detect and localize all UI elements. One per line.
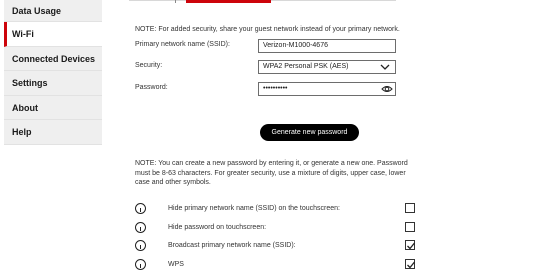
info-icon[interactable] bbox=[135, 222, 146, 233]
sidebar-item-data-usage[interactable]: Data Usage bbox=[4, 0, 102, 22]
option-broadcast-ssid: Broadcast primary network name (SSID): bbox=[135, 240, 425, 252]
check-icon bbox=[407, 242, 416, 250]
eye-icon[interactable] bbox=[381, 84, 393, 94]
info-icon[interactable] bbox=[135, 203, 146, 214]
sidebar-item-settings[interactable]: Settings bbox=[4, 71, 102, 96]
option-label: Hide password on touchscreen: bbox=[168, 224, 267, 231]
option-label: Broadcast primary network name (SSID): bbox=[168, 242, 296, 249]
broadcast-ssid-checkbox[interactable] bbox=[405, 240, 416, 250]
option-hide-password: Hide password on touchscreen: bbox=[135, 222, 425, 234]
password-input[interactable]: •••••••••• bbox=[258, 82, 396, 96]
info-icon[interactable] bbox=[135, 240, 146, 251]
wifi-settings-page: Data Usage Wi-Fi Connected Devices Setti… bbox=[0, 0, 540, 270]
chevron-down-icon bbox=[380, 64, 390, 70]
security-select-value: WPA2 Personal PSK (AES) bbox=[263, 63, 349, 70]
sidebar-item-connected-devices[interactable]: Connected Devices bbox=[4, 47, 102, 71]
sidebar-item-help[interactable]: Help bbox=[4, 120, 102, 145]
password-rules-note: NOTE: You can create a new password by e… bbox=[135, 159, 408, 188]
security-note: NOTE: For added security, share your gue… bbox=[135, 26, 400, 33]
check-icon bbox=[407, 261, 416, 269]
option-label: Hide primary network name (SSID) on the … bbox=[168, 205, 340, 212]
option-hide-ssid: Hide primary network name (SSID) on the … bbox=[135, 203, 425, 215]
sidebar: Data Usage Wi-Fi Connected Devices Setti… bbox=[4, 0, 102, 145]
security-select[interactable]: WPA2 Personal PSK (AES) bbox=[258, 60, 396, 74]
tab-active-indicator[interactable] bbox=[186, 0, 271, 3]
hide-ssid-checkbox[interactable] bbox=[405, 203, 415, 213]
option-wps: WPS bbox=[135, 259, 425, 270]
password-rules-line-3: case and other symbols. bbox=[135, 179, 211, 186]
password-rules-line-1: NOTE: You can create a new password by e… bbox=[135, 160, 408, 167]
sidebar-item-about[interactable]: About bbox=[4, 96, 102, 120]
hide-password-checkbox[interactable] bbox=[405, 222, 415, 232]
sidebar-item-wifi[interactable]: Wi-Fi bbox=[4, 22, 102, 47]
wps-checkbox[interactable] bbox=[405, 259, 416, 269]
security-label: Security: bbox=[135, 62, 163, 69]
ssid-label: Primary network name (SSID): bbox=[135, 41, 230, 48]
generate-password-button[interactable]: Generate new password bbox=[260, 124, 359, 141]
password-label: Password: bbox=[135, 84, 168, 91]
ssid-input[interactable]: Verizon-M1000-4676 bbox=[258, 39, 396, 53]
option-label: WPS bbox=[168, 261, 184, 268]
password-value: •••••••••• bbox=[263, 85, 288, 92]
password-rules-line-2: must be 8-63 characters. For greater sec… bbox=[135, 169, 406, 177]
tab-edge bbox=[175, 0, 176, 3]
info-icon[interactable] bbox=[135, 259, 146, 270]
